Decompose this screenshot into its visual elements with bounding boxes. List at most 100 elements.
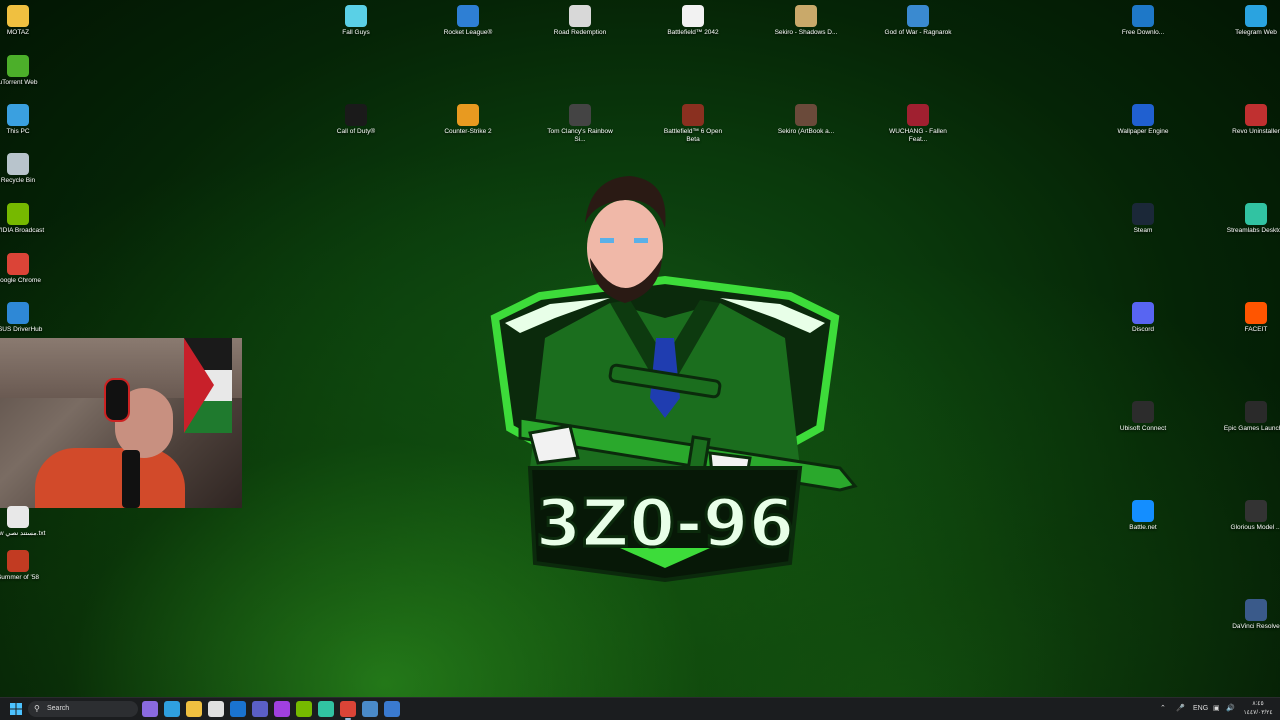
desktop-icon-text-file[interactable]: New مستند نصي.txt: [0, 506, 53, 538]
start-button[interactable]: [8, 701, 24, 717]
desktop-icon-god-of-war[interactable]: God of War - Ragnarok: [883, 5, 953, 37]
desktop-icon-label: Google Chrome: [0, 277, 41, 284]
desktop-icon-label: DaVinci Resolve: [1232, 623, 1280, 630]
microphone: [122, 450, 140, 508]
desktop-icon-rocket-league[interactable]: Rocket League®: [433, 5, 503, 37]
desktop-icon-discord[interactable]: Discord: [1108, 302, 1178, 334]
desktop-icon-wuchang[interactable]: WUCHANG - Fallen Feat...: [883, 104, 953, 143]
desktop-icon-download[interactable]: Free Downlo...: [1108, 5, 1178, 37]
streamer-shirt: [35, 448, 185, 508]
desktop-icon-label: Battlefield™ 2042: [667, 29, 719, 36]
desktop-icon-sekiro[interactable]: Sekiro - Shadows D...: [771, 5, 841, 37]
battlenet-icon: [1132, 500, 1154, 522]
desktop-icon-label: Summer of '58: [0, 574, 40, 581]
desktop-icon-label: Road Redemption: [553, 29, 607, 36]
desktop-icon-wallpaper-engine[interactable]: Wallpaper Engine: [1108, 104, 1178, 136]
desktop-icon-streamlabs[interactable]: Streamlabs Desktop: [1221, 203, 1280, 235]
call-of-duty-icon: [345, 104, 367, 126]
taskbar-outlook[interactable]: [230, 701, 246, 717]
palestine-flag: [184, 338, 232, 433]
desktop-icon-steam[interactable]: Steam: [1108, 203, 1178, 235]
desktop-icon-call-of-duty[interactable]: Call of Duty®: [321, 104, 391, 136]
file-icon: [682, 5, 704, 27]
wallpaper-logo: 3Z0-96: [490, 176, 858, 583]
desktop-icon-label: Tom Clancy's Rainbow Si...: [547, 128, 613, 143]
desktop-icon-label: MOTAZ: [6, 29, 30, 36]
faceit-icon: [1245, 302, 1267, 324]
desktop-icon-mouse[interactable]: Glorious Model ...: [1221, 500, 1280, 532]
desktop-icon-nvidia[interactable]: NVIDIA Broadcast: [0, 203, 53, 235]
battlefield-icon: [682, 104, 704, 126]
text-file-icon: [7, 506, 29, 528]
desktop-icon-label: FACEIT: [1244, 326, 1268, 333]
taskbar-steam-app[interactable]: [362, 701, 378, 717]
desktop-icon-game[interactable]: Summer of '58: [0, 550, 53, 582]
desktop-icon-chrome[interactable]: Google Chrome: [0, 253, 53, 285]
desktop-icon-rainbow-six[interactable]: Tom Clancy's Rainbow Si...: [545, 104, 615, 143]
windows-icon: [10, 703, 22, 715]
desktop-icon-epic-games[interactable]: Epic Games Launcher: [1221, 401, 1280, 433]
taskbar-streamlabs-app[interactable]: [318, 701, 334, 717]
search-placeholder: Search: [47, 705, 70, 712]
clock[interactable]: ٨:٤٥ ١٤٤٧/٠٣/٢٤: [1240, 700, 1276, 718]
desktop-icon-telegram[interactable]: Telegram Web: [1221, 5, 1280, 37]
desktop-icon-sekiro-artbook[interactable]: Sekiro (ArtBook a...: [771, 104, 841, 136]
desktop-icon-folder[interactable]: MOTAZ: [0, 5, 53, 37]
desktop-icon-battlefield[interactable]: Battlefield™ 6 Open Beta: [658, 104, 728, 143]
webcam-overlay: [0, 338, 242, 508]
desktop-icon-road-redemption[interactable]: Road Redemption: [545, 5, 615, 37]
desktop-icon-label: Streamlabs Desktop: [1226, 227, 1280, 234]
desktop-icon-label: Glorious Model ...: [1230, 524, 1280, 531]
taskbar-messenger[interactable]: [274, 701, 290, 717]
desktop-icon-fall-guys[interactable]: Fall Guys: [321, 5, 391, 37]
volume-icon[interactable]: 🔊: [1226, 702, 1235, 716]
taskbar-edge[interactable]: [164, 701, 180, 717]
desktop-icon-label: Rocket League®: [443, 29, 493, 36]
desktop-icon-recycle-bin[interactable]: Recycle Bin: [0, 153, 53, 185]
taskbar-nvidia-app[interactable]: [296, 701, 312, 717]
desktop-icon-davinci[interactable]: DaVinci Resolve: [1221, 599, 1280, 631]
desktop-icon-label: Steam: [1133, 227, 1153, 234]
desktop-icon-revo[interactable]: Revo Uninstaller: [1221, 104, 1280, 136]
taskbar-store[interactable]: [208, 701, 224, 717]
microphone-icon[interactable]: 🎤: [1176, 702, 1185, 716]
road-redemption-icon: [569, 5, 591, 27]
taskbar-teams[interactable]: [252, 701, 268, 717]
taskbar-chrome-app[interactable]: [340, 701, 356, 720]
desktop-icon-label: Epic Games Launcher: [1223, 425, 1280, 432]
desktop-icon-faceit[interactable]: FACEIT: [1221, 302, 1280, 334]
sekiro-artbook-icon: [795, 104, 817, 126]
desktop-icon-label: NVIDIA Broadcast: [0, 227, 45, 234]
monitor-icon: [7, 104, 29, 126]
clock-date: ١٤٤٧/٠٣/٢٤: [1243, 710, 1273, 716]
taskbar-remote-app[interactable]: [384, 701, 400, 717]
desktop-icon-utorrent[interactable]: uTorrent Web: [0, 55, 53, 87]
show-hidden-icons[interactable]: ⌃: [1160, 702, 1166, 716]
desktop-icon-monitor[interactable]: This PC: [0, 104, 53, 136]
desktop-icon-label: Sekiro (ArtBook a...: [777, 128, 835, 135]
discord-icon: [1132, 302, 1154, 324]
desktop-icon-label: Call of Duty®: [336, 128, 376, 135]
desktop-icon-label: Free Downlo...: [1121, 29, 1165, 36]
desktop-icon-counter-strike[interactable]: Counter-Strike 2: [433, 104, 503, 136]
epic-games-icon: [1245, 401, 1267, 423]
taskbar-file-explorer[interactable]: [186, 701, 202, 717]
headset: [104, 378, 130, 422]
nvidia-icon: [7, 203, 29, 225]
desktop-icon-asus[interactable]: ASUS DriverHub: [0, 302, 53, 334]
network-icon[interactable]: ▣: [1213, 702, 1220, 716]
folder-icon: [7, 5, 29, 27]
download-icon: [1132, 5, 1154, 27]
god-of-war-icon: [907, 5, 929, 27]
language-indicator[interactable]: ENG: [1193, 702, 1208, 716]
taskbar-copilot[interactable]: [142, 701, 158, 717]
telegram-icon: [1245, 5, 1267, 27]
desktop-icon-file[interactable]: Battlefield™ 2042: [658, 5, 728, 37]
taskbar-search[interactable]: ⚲ Search: [28, 701, 138, 717]
desktop-icon-label: Discord: [1131, 326, 1155, 333]
desktop-icon-label: ASUS DriverHub: [0, 326, 43, 333]
desktop-icon-ubisoft[interactable]: Ubisoft Connect: [1108, 401, 1178, 433]
desktop-icon-label: Recycle Bin: [0, 177, 36, 184]
chrome-icon: [7, 253, 29, 275]
desktop-icon-battlenet[interactable]: Battle.net: [1108, 500, 1178, 532]
